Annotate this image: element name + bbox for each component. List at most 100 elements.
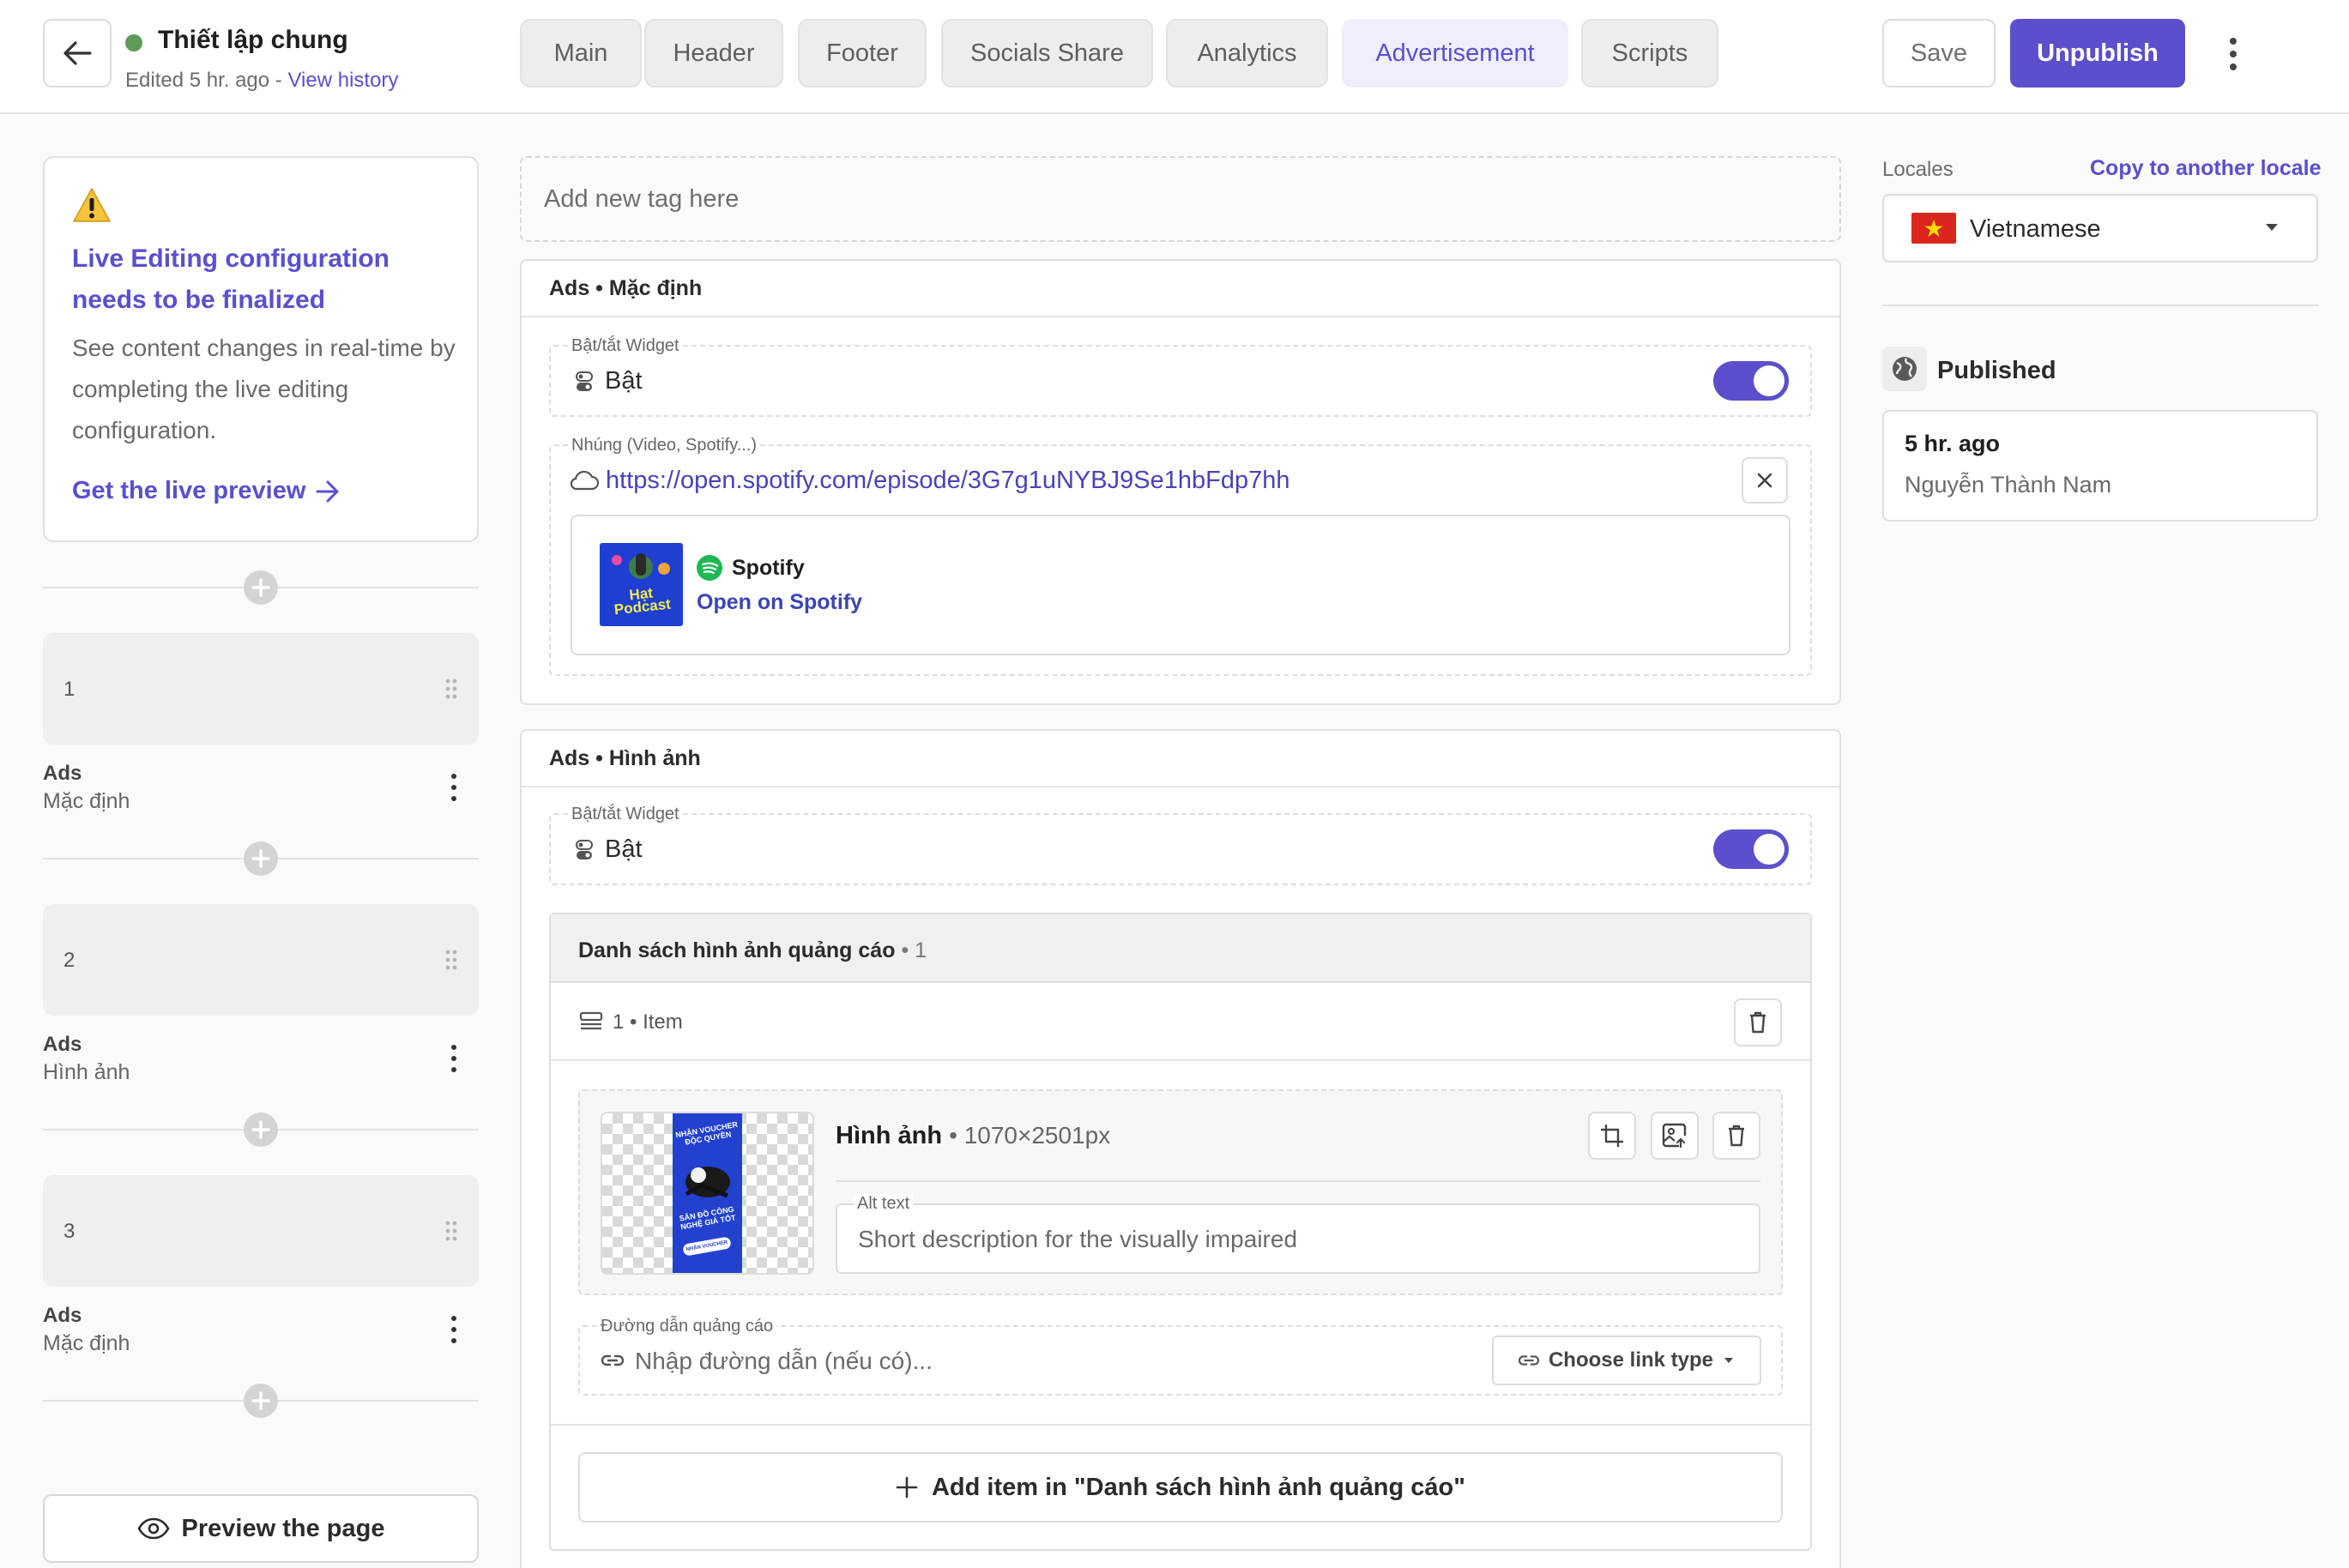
unpublish-button[interactable]: Unpublish: [2010, 19, 2185, 87]
warning-icon: [73, 188, 111, 222]
poster-text: SĂN ĐỒ CÔNG NGHỆ GIÁ TỐT: [678, 1204, 737, 1232]
alt-text-label: Alt text: [854, 1194, 914, 1214]
block-subtitle: Mặc định: [43, 1331, 130, 1355]
list-footer-divider: [551, 1424, 1810, 1426]
eye-icon: [137, 1517, 170, 1540]
trash-icon: [1729, 1125, 1744, 1147]
list-title: Danh sách hình ảnh quảng cáo • 1: [578, 938, 927, 962]
vietnam-flag-icon: [1911, 213, 1956, 244]
tag-input[interactable]: Add new tag here: [520, 156, 1841, 242]
status-dot: [125, 34, 142, 51]
published-time: 5 hr. ago: [1905, 431, 2001, 456]
item-card-icon: [579, 1011, 603, 1030]
block-menu-icon[interactable]: [451, 1045, 458, 1072]
ad-link-label: Đường dẫn quảng cáo: [597, 1317, 777, 1336]
drag-handle-icon[interactable]: [444, 949, 458, 971]
widget-toggle-value: Bật: [605, 367, 643, 395]
toggle-icon: [576, 840, 593, 859]
block-subtitle: Mặc định: [43, 789, 130, 813]
clear-embed-button[interactable]: [1742, 457, 1788, 504]
add-block-icon[interactable]: [244, 1384, 278, 1418]
spotify-name: Spotify: [732, 556, 805, 580]
delete-image-button[interactable]: [1712, 1112, 1760, 1160]
edited-text: Edited 5 hr. ago -: [125, 69, 288, 92]
alt-text-placeholder: Short description for the visually impai…: [858, 1226, 1298, 1252]
locale-value: Vietnamese: [1970, 215, 2101, 243]
caret-down-icon: [2266, 224, 2278, 231]
block-number: 1: [63, 678, 75, 701]
globe-icon-badge: [1882, 347, 1927, 391]
cloud-icon: [570, 470, 599, 491]
toggle-icon: [576, 371, 593, 391]
view-history-link[interactable]: View history: [287, 69, 398, 92]
item-divider: [551, 1059, 1810, 1061]
spotify-embed-card: [571, 515, 1790, 655]
tab-main[interactable]: Main: [520, 19, 642, 87]
tab-socials-share[interactable]: Socials Share: [941, 19, 1153, 87]
arrow-left-icon: [63, 41, 92, 65]
ad-link-input[interactable]: Nhập đường dẫn (nếu có)...: [635, 1348, 933, 1375]
drag-handle-icon[interactable]: [444, 678, 458, 700]
live-preview-label: Get the live preview: [72, 477, 306, 504]
published-card: [1882, 410, 2318, 522]
add-item-button[interactable]: Add item in "Danh sách hình ảnh quảng cá…: [578, 1452, 1783, 1523]
widget-toggle-switch[interactable]: [1713, 361, 1789, 401]
block-card-2[interactable]: [43, 904, 479, 1016]
poster-text: NHẬN VOUCHER ĐỘC QUYỀN: [674, 1119, 739, 1147]
item-label: 1 • Item: [613, 1010, 683, 1034]
block-number: 3: [63, 1220, 75, 1243]
link-icon: [1518, 1355, 1539, 1366]
locales-label: Locales: [1882, 158, 1953, 181]
drag-handle-icon[interactable]: [444, 1220, 458, 1242]
more-options-icon[interactable]: [2218, 34, 2249, 74]
page-title: Thiết lập chung: [158, 26, 348, 54]
tab-advertisement[interactable]: Advertisement: [1342, 19, 1568, 87]
image-size: • 1070×2501px: [949, 1122, 1111, 1149]
embed-url[interactable]: https://open.spotify.com/episode/3G7g1uN…: [606, 467, 1290, 495]
live-preview-link[interactable]: Get the live preview: [72, 477, 340, 505]
preview-page-button[interactable]: Preview the page: [43, 1494, 479, 1563]
tab-analytics[interactable]: Analytics: [1166, 19, 1328, 87]
live-editing-title: Live Editing configuration needs to be f…: [72, 244, 389, 314]
panel-title: Ads • Mặc định: [522, 261, 1839, 317]
add-block-icon[interactable]: [244, 1113, 278, 1147]
globe-icon: [1893, 357, 1917, 381]
crop-image-button[interactable]: [1588, 1112, 1636, 1160]
replace-image-button[interactable]: [1651, 1112, 1699, 1160]
open-spotify-link[interactable]: Open on Spotify: [697, 590, 862, 615]
right-divider: [1882, 305, 2318, 306]
crop-icon: [1601, 1125, 1623, 1147]
image-divider: [836, 1180, 1760, 1182]
widget-toggle-value: Bật: [605, 835, 643, 863]
block-type: Ads: [43, 1033, 82, 1056]
delete-item-button[interactable]: [1734, 998, 1782, 1046]
add-block-icon[interactable]: [244, 570, 278, 605]
block-card-1[interactable]: [43, 633, 479, 745]
arrow-right-icon: [316, 480, 339, 502]
widget-toggle-label: Bật/tắt Widget: [568, 336, 683, 356]
spotify-icon: [697, 555, 722, 581]
block-menu-icon[interactable]: [451, 774, 458, 801]
tab-scripts[interactable]: Scripts: [1581, 19, 1718, 87]
tab-header[interactable]: Header: [644, 19, 783, 87]
widget-toggle-switch[interactable]: [1713, 829, 1789, 869]
back-button[interactable]: [43, 19, 112, 87]
trash-icon: [1750, 1011, 1766, 1034]
block-menu-icon[interactable]: [451, 1316, 458, 1343]
block-number: 2: [63, 949, 75, 972]
block-card-3[interactable]: [43, 1175, 479, 1287]
add-block-icon[interactable]: [244, 841, 278, 876]
link-type-select[interactable]: Choose link type: [1492, 1336, 1761, 1385]
ad-poster-image: NHẬN VOUCHER ĐỘC QUYỀN SĂN ĐỒ CÔNG NGHỆ …: [673, 1113, 742, 1273]
save-button[interactable]: Save: [1882, 19, 1996, 87]
list-count: • 1: [901, 938, 927, 962]
published-label: Published: [1937, 357, 2056, 384]
widget-toggle-label: Bật/tắt Widget: [568, 805, 683, 824]
link-icon: [601, 1354, 625, 1366]
preview-page-label: Preview the page: [181, 1514, 385, 1542]
image-label: Hình ảnh • 1070×2501px: [836, 1122, 1111, 1149]
add-item-label: Add item in "Danh sách hình ảnh quảng cá…: [931, 1473, 1466, 1501]
tab-footer[interactable]: Footer: [798, 19, 927, 87]
copy-locale-link[interactable]: Copy to another locale: [2090, 156, 2321, 181]
published-user: Nguyễn Thành Nam: [1905, 472, 2112, 498]
